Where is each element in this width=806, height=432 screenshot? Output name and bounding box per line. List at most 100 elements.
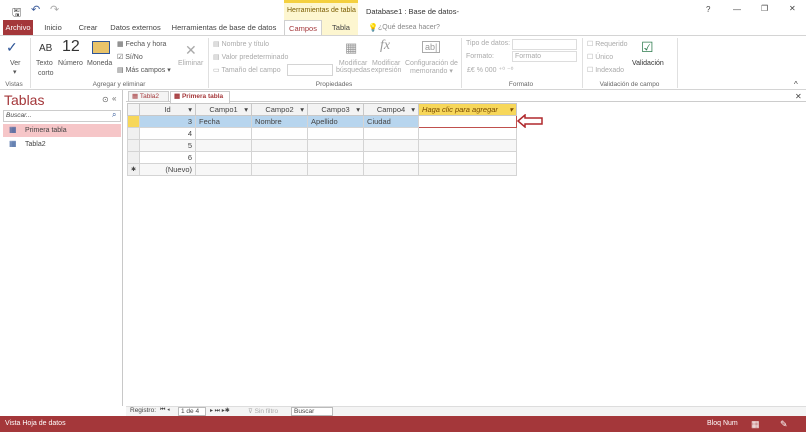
- collapse-nav-icon[interactable]: «: [112, 94, 116, 103]
- delete-button[interactable]: Eliminar: [178, 60, 203, 67]
- cell-add-field[interactable]: [418, 115, 518, 128]
- select-all[interactable]: [126, 103, 141, 116]
- table-row[interactable]: 4: [126, 127, 518, 140]
- filter-button[interactable]: ⊽ Sin filtro: [248, 407, 278, 415]
- column-header-campo3[interactable]: Campo3 ▾: [307, 103, 365, 116]
- doc-tab-primera-tabla[interactable]: ▦ Primera tabla: [170, 91, 230, 103]
- doc-tab-tabla2[interactable]: ▦ Tabla2: [128, 91, 169, 102]
- next-record-buttons[interactable]: ▸ ⏭ ▸✱: [210, 407, 230, 415]
- cell[interactable]: Nombre: [251, 115, 309, 128]
- required-checkbox[interactable]: ☐ Requerido: [587, 40, 628, 48]
- short-text-label: corto: [38, 70, 54, 77]
- more-fields-label: Más campos: [125, 67, 166, 74]
- close-document-icon[interactable]: ✕: [795, 92, 802, 101]
- first-record-button[interactable]: ⏮ ◂: [160, 407, 170, 414]
- nav-menu-icon[interactable]: ⊙: [102, 95, 109, 104]
- contextual-strip: [284, 0, 358, 3]
- table-row[interactable]: 3 Fecha Nombre Apellido Ciudad: [126, 115, 518, 128]
- cell[interactable]: 4: [139, 127, 197, 140]
- status-view: Vista Hoja de datos: [5, 420, 66, 427]
- nav-item-tabla2[interactable]: ▦ Tabla2: [3, 138, 121, 151]
- undo-icon[interactable]: ↶: [31, 3, 40, 16]
- nav-search-input[interactable]: Buscar...: [3, 110, 121, 122]
- table-row[interactable]: 6: [126, 151, 518, 164]
- arrow-left-icon: [517, 114, 543, 128]
- number-format-icons: £€ % 000 ⁺⁰ ⁻⁰: [467, 67, 514, 74]
- close-button[interactable]: ✕: [789, 4, 796, 13]
- modify-lookups-button[interactable]: Modificar búsquedas: [336, 60, 370, 74]
- view-button[interactable]: Ver: [10, 60, 21, 67]
- collapse-ribbon-icon[interactable]: ^: [794, 80, 798, 89]
- memo-settings-button[interactable]: Configuración de memorando ▾: [405, 60, 458, 75]
- record-position-input[interactable]: 1 de 4: [178, 407, 206, 416]
- tab-crear[interactable]: Crear: [72, 20, 104, 35]
- nav-title[interactable]: Tablas: [4, 92, 44, 108]
- tab-campos[interactable]: Campos: [284, 20, 322, 36]
- help-button[interactable]: ?: [706, 5, 710, 14]
- column-header-id[interactable]: Id ▾: [139, 103, 197, 116]
- currency-button[interactable]: Moneda: [87, 60, 112, 67]
- default-value-label: Valor predeterminado: [221, 54, 289, 61]
- default-value-button[interactable]: ▤ Valor predeterminado: [213, 53, 288, 61]
- cell[interactable]: 3: [139, 115, 197, 128]
- field-size-label: ▭ Tamaño del campo: [213, 67, 281, 74]
- design-view-icon[interactable]: ✎: [780, 416, 788, 432]
- record-label: Registro:: [130, 407, 157, 414]
- format-select[interactable]: Formato: [512, 51, 577, 62]
- data-type-select[interactable]: [512, 39, 577, 50]
- record-search-input[interactable]: Buscar: [291, 407, 333, 416]
- validation-icon: ☑: [641, 39, 654, 55]
- cell[interactable]: 5: [139, 139, 197, 152]
- unique-checkbox[interactable]: ☐ Único: [587, 53, 613, 61]
- new-record-icon[interactable]: ✱: [126, 163, 141, 176]
- table-row[interactable]: 5: [126, 139, 518, 152]
- cell[interactable]: Fecha: [195, 115, 253, 128]
- short-text-button[interactable]: Texto: [36, 60, 53, 67]
- date-time-button[interactable]: ▦ Fecha y hora: [117, 40, 166, 48]
- column-header-campo4[interactable]: Campo4 ▾: [363, 103, 420, 116]
- indexed-checkbox[interactable]: ☐ Indexado: [587, 66, 624, 74]
- format-label: Formato:: [466, 53, 495, 60]
- row-selector[interactable]: [126, 127, 141, 140]
- column-header-campo2[interactable]: Campo2 ▾: [251, 103, 309, 116]
- new-row[interactable]: ✱ (Nuevo): [126, 163, 518, 176]
- minimize-button[interactable]: —: [733, 5, 741, 14]
- nav-item-label: Tabla2: [25, 141, 46, 148]
- tell-me-input[interactable]: ¿Qué desea hacer?: [378, 24, 440, 31]
- nav-item-primera-tabla[interactable]: ▦ Primera tabla: [3, 124, 121, 137]
- window-title: Database1 : Base de datos-: [366, 7, 459, 16]
- row-selector[interactable]: [126, 139, 141, 152]
- search-icon: ⌕: [112, 110, 117, 119]
- column-header-add[interactable]: Haga clic para agregar ▾: [418, 103, 518, 116]
- yes-no-label: Sí/No: [125, 54, 143, 61]
- table-icon: ▦: [9, 139, 17, 148]
- cell[interactable]: Ciudad: [363, 115, 420, 128]
- redo-icon[interactable]: ↷: [50, 3, 59, 16]
- tab-archivo[interactable]: Archivo: [3, 20, 33, 35]
- view-icon: ✓: [6, 39, 18, 55]
- datasheet-view-icon[interactable]: ▦: [751, 416, 760, 432]
- name-caption-button[interactable]: ▤ Nombre y título: [213, 40, 269, 48]
- cell[interactable]: 6: [139, 151, 197, 164]
- tab-tabla[interactable]: Tabla: [324, 20, 358, 35]
- validation-button[interactable]: Validación: [632, 60, 664, 67]
- group-validacion: Validación de campo: [599, 81, 660, 88]
- cell[interactable]: Apellido: [307, 115, 365, 128]
- modify-expression-button[interactable]: Modificar expresión: [371, 60, 401, 74]
- row-selector[interactable]: [126, 151, 141, 164]
- yes-no-button[interactable]: ☑ Sí/No: [117, 53, 143, 61]
- row-selector[interactable]: [126, 115, 141, 128]
- group-propiedades: Propiedades: [315, 81, 353, 88]
- more-fields-button[interactable]: ▤ Más campos ▾: [117, 66, 171, 74]
- restore-button[interactable]: ❐: [761, 4, 768, 13]
- datasheet: Id ▾ Campo1 ▾ Campo2 ▾ Campo3 ▾ Campo4 ▾ Haga…: [126, 103, 518, 176]
- tab-inicio[interactable]: Inicio: [38, 20, 68, 35]
- chevron-down-icon: ▾: [13, 69, 17, 76]
- tab-datos-externos[interactable]: Datos externos: [108, 20, 163, 35]
- cell[interactable]: (Nuevo): [139, 163, 197, 176]
- date-time-label: Fecha y hora: [125, 41, 167, 48]
- field-size-input[interactable]: [287, 64, 333, 76]
- number-button[interactable]: Número: [58, 60, 83, 67]
- column-header-campo1[interactable]: Campo1 ▾: [195, 103, 253, 116]
- tab-herramientas-bd[interactable]: Herramientas de base de datos: [170, 20, 278, 35]
